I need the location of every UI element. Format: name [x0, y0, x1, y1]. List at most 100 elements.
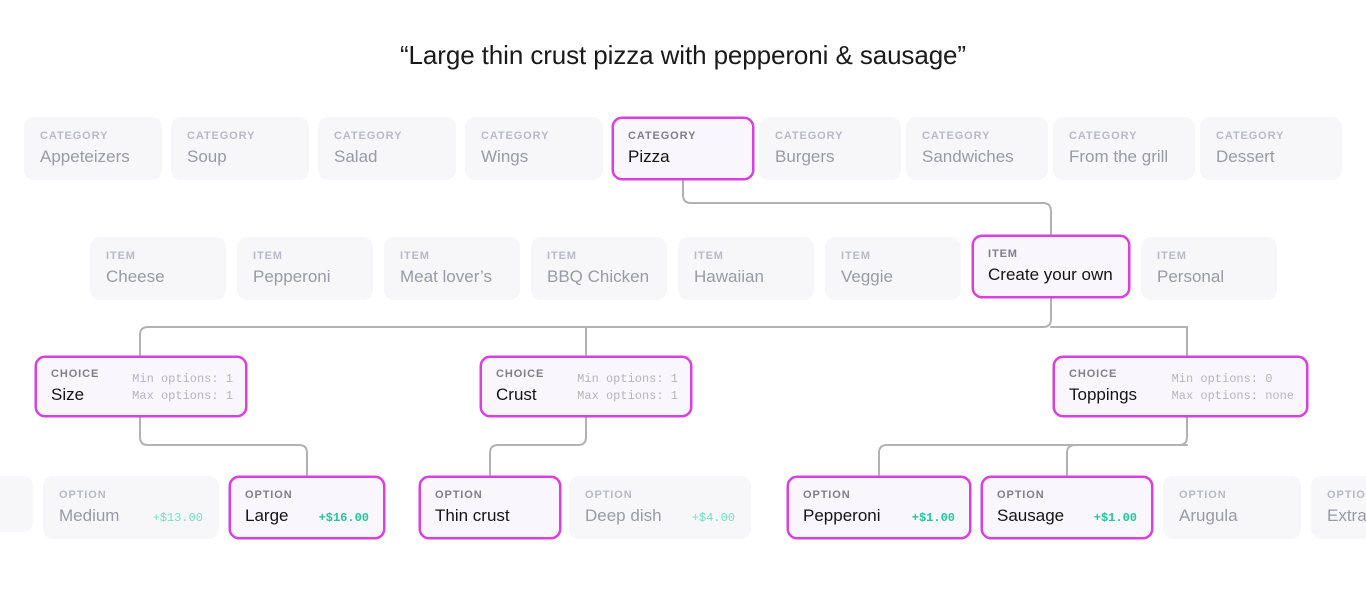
card-kind-label: OPTION: [435, 488, 545, 502]
card-kind-label: ITEM: [400, 249, 504, 263]
option-price: +$1.00: [1094, 511, 1137, 525]
card-kind-label: CHOICE: [496, 367, 544, 381]
menu-tree-canvas: “Large thin crust pizza with pepperoni &…: [0, 0, 1366, 594]
card-kind-label: ITEM: [547, 249, 651, 263]
option-card-pepperoni[interactable]: OPTION Pepperoni +$1.00: [787, 476, 971, 539]
choice-card-size[interactable]: CHOICE Size Min options: 1 Max options: …: [35, 356, 247, 417]
card-kind-label: OPTION: [59, 488, 203, 502]
choice-max-options: Max options: 1: [132, 388, 233, 405]
choice-max-options: Max options: none: [1172, 388, 1294, 405]
card-kind-label: ITEM: [694, 249, 798, 263]
item-card-veggie[interactable]: ITEM Veggie: [825, 237, 961, 300]
card-kind-label: ITEM: [841, 249, 945, 263]
option-card-thin-crust[interactable]: OPTION Thin crust: [419, 476, 561, 539]
option-price: +$1.00: [912, 511, 955, 525]
card-kind-label: ITEM: [253, 249, 357, 263]
card-kind-label: OPTION: [1327, 488, 1366, 502]
item-name: Cheese: [106, 266, 210, 287]
card-kind-label: CATEGORY: [1069, 129, 1179, 143]
item-card-meat-lovers[interactable]: ITEM Meat lover’s: [384, 237, 520, 300]
item-name: Meat lover’s: [400, 266, 504, 287]
card-kind-label: CATEGORY: [1216, 129, 1326, 143]
choice-min-options: Min options: 0: [1172, 371, 1294, 388]
category-name: Salad: [334, 146, 440, 167]
item-name: Veggie: [841, 266, 945, 287]
category-card-dessert[interactable]: CATEGORY Dessert: [1200, 117, 1342, 180]
option-name: Thin crust: [435, 505, 510, 526]
option-name: Large: [245, 505, 288, 526]
item-name: Hawaiian: [694, 266, 798, 287]
option-name: Pepperoni: [803, 505, 881, 526]
category-card-burgers[interactable]: CATEGORY Burgers: [759, 117, 901, 180]
item-card-personal[interactable]: ITEM Personal: [1141, 237, 1277, 300]
item-name: Personal: [1157, 266, 1261, 287]
option-price: +$13.00: [153, 511, 203, 525]
card-kind-label: ITEM: [106, 249, 210, 263]
card-kind-label: CATEGORY: [922, 129, 1032, 143]
card-kind-label: CATEGORY: [334, 129, 440, 143]
category-card-from-the-grill[interactable]: CATEGORY From the grill: [1053, 117, 1195, 180]
option-card-clipped-left: [0, 476, 33, 532]
category-name: Burgers: [775, 146, 885, 167]
category-name: Soup: [187, 146, 293, 167]
option-name: Sausage: [997, 505, 1064, 526]
card-kind-label: CATEGORY: [775, 129, 885, 143]
option-name: Medium: [59, 505, 119, 526]
option-name: Extra: [1327, 505, 1366, 526]
option-card-deep-dish[interactable]: OPTION Deep dish +$4.00: [569, 476, 751, 539]
item-card-bbq-chicken[interactable]: ITEM BBQ Chicken: [531, 237, 667, 300]
card-kind-label: OPTION: [585, 488, 735, 502]
category-name: Sandwiches: [922, 146, 1032, 167]
item-card-hawaiian[interactable]: ITEM Hawaiian: [678, 237, 814, 300]
item-name: Create your own: [988, 264, 1114, 285]
category-card-salad[interactable]: CATEGORY Salad: [318, 117, 456, 180]
choice-constraints: Min options: 1 Max options: 1: [132, 367, 233, 405]
card-kind-label: CATEGORY: [40, 129, 146, 143]
item-card-create-your-own[interactable]: ITEM Create your own: [972, 235, 1130, 298]
category-name: Wings: [481, 146, 587, 167]
option-card-sausage[interactable]: OPTION Sausage +$1.00: [981, 476, 1153, 539]
page-title: “Large thin crust pizza with pepperoni &…: [0, 40, 1366, 71]
choice-name: Size: [51, 384, 99, 405]
category-card-pizza[interactable]: CATEGORY Pizza: [612, 117, 754, 180]
category-card-soup[interactable]: CATEGORY Soup: [171, 117, 309, 180]
card-kind-label: CHOICE: [51, 367, 99, 381]
choice-max-options: Max options: 1: [577, 388, 678, 405]
choice-constraints: Min options: 0 Max options: none: [1172, 367, 1294, 405]
option-name: Arugula: [1179, 505, 1238, 526]
category-card-sandwiches[interactable]: CATEGORY Sandwiches: [906, 117, 1048, 180]
card-kind-label: CATEGORY: [481, 129, 587, 143]
choice-name: Toppings: [1069, 384, 1137, 405]
card-kind-label: ITEM: [1157, 249, 1261, 263]
option-card-medium[interactable]: OPTION Medium +$13.00: [43, 476, 219, 539]
option-price: +$16.00: [319, 511, 369, 525]
item-name: BBQ Chicken: [547, 266, 651, 287]
option-card-extra-clipped[interactable]: OPTION Extra: [1311, 476, 1366, 539]
choice-card-crust[interactable]: CHOICE Crust Min options: 1 Max options:…: [480, 356, 692, 417]
category-card-appeteizers[interactable]: CATEGORY Appeteizers: [24, 117, 162, 180]
option-name: Deep dish: [585, 505, 662, 526]
item-card-cheese[interactable]: ITEM Cheese: [90, 237, 226, 300]
option-price: +$4.00: [692, 511, 735, 525]
choice-name: Crust: [496, 384, 544, 405]
category-name: Dessert: [1216, 146, 1326, 167]
option-card-large[interactable]: OPTION Large +$16.00: [229, 476, 385, 539]
card-kind-label: OPTION: [1179, 488, 1285, 502]
item-card-pepperoni[interactable]: ITEM Pepperoni: [237, 237, 373, 300]
choice-min-options: Min options: 1: [132, 371, 233, 388]
category-card-wings[interactable]: CATEGORY Wings: [465, 117, 603, 180]
option-card-arugula[interactable]: OPTION Arugula: [1163, 476, 1301, 539]
category-name: Pizza: [628, 146, 738, 167]
choice-card-toppings[interactable]: CHOICE Toppings Min options: 0 Max optio…: [1053, 356, 1308, 417]
choice-min-options: Min options: 1: [577, 371, 678, 388]
card-kind-label: CATEGORY: [187, 129, 293, 143]
card-kind-label: CHOICE: [1069, 367, 1137, 381]
card-kind-label: OPTION: [803, 488, 955, 502]
card-kind-label: OPTION: [997, 488, 1137, 502]
card-kind-label: ITEM: [988, 247, 1114, 261]
item-name: Pepperoni: [253, 266, 357, 287]
card-kind-label: OPTION: [245, 488, 369, 502]
choice-constraints: Min options: 1 Max options: 1: [577, 367, 678, 405]
category-name: Appeteizers: [40, 146, 146, 167]
card-kind-label: CATEGORY: [628, 129, 738, 143]
